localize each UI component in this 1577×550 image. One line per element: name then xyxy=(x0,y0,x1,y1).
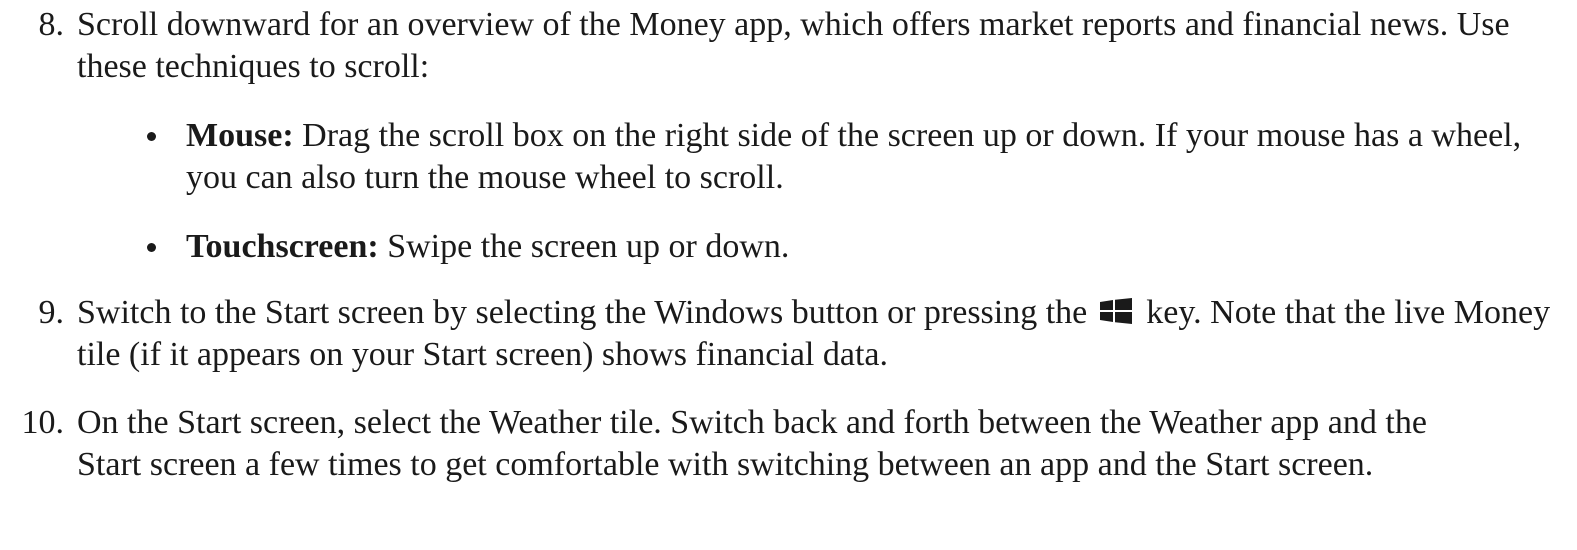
step-number: 9. xyxy=(38,294,65,331)
bullet-body: Swipe the screen up or down. xyxy=(387,228,790,265)
document-page: 8. Scroll downward for an overview of th… xyxy=(0,0,1577,550)
bullet-label: Mouse: xyxy=(186,117,294,154)
step-text: Scroll downward for an overview of the M… xyxy=(77,6,1510,85)
step-text: Switch to the Start screen by selecting … xyxy=(77,292,1567,376)
bullet-dot xyxy=(147,243,156,252)
bullet-text: Touchscreen: Swipe the screen up or down… xyxy=(186,226,1546,268)
bullet-dot xyxy=(147,132,156,141)
step-number: 8. xyxy=(38,6,65,43)
step-text: On the Start screen, select the Weather … xyxy=(77,404,1427,483)
windows-logo-icon xyxy=(1099,298,1132,324)
bullet-text: Mouse: Drag the scroll box on the right … xyxy=(186,115,1546,199)
bullet-body: Drag the scroll box on the right side of… xyxy=(186,117,1522,196)
step-text-before: Switch to the Start screen by selecting … xyxy=(77,294,1088,331)
bullet-label: Touchscreen: xyxy=(186,228,379,265)
step-number: 10. xyxy=(21,404,65,441)
